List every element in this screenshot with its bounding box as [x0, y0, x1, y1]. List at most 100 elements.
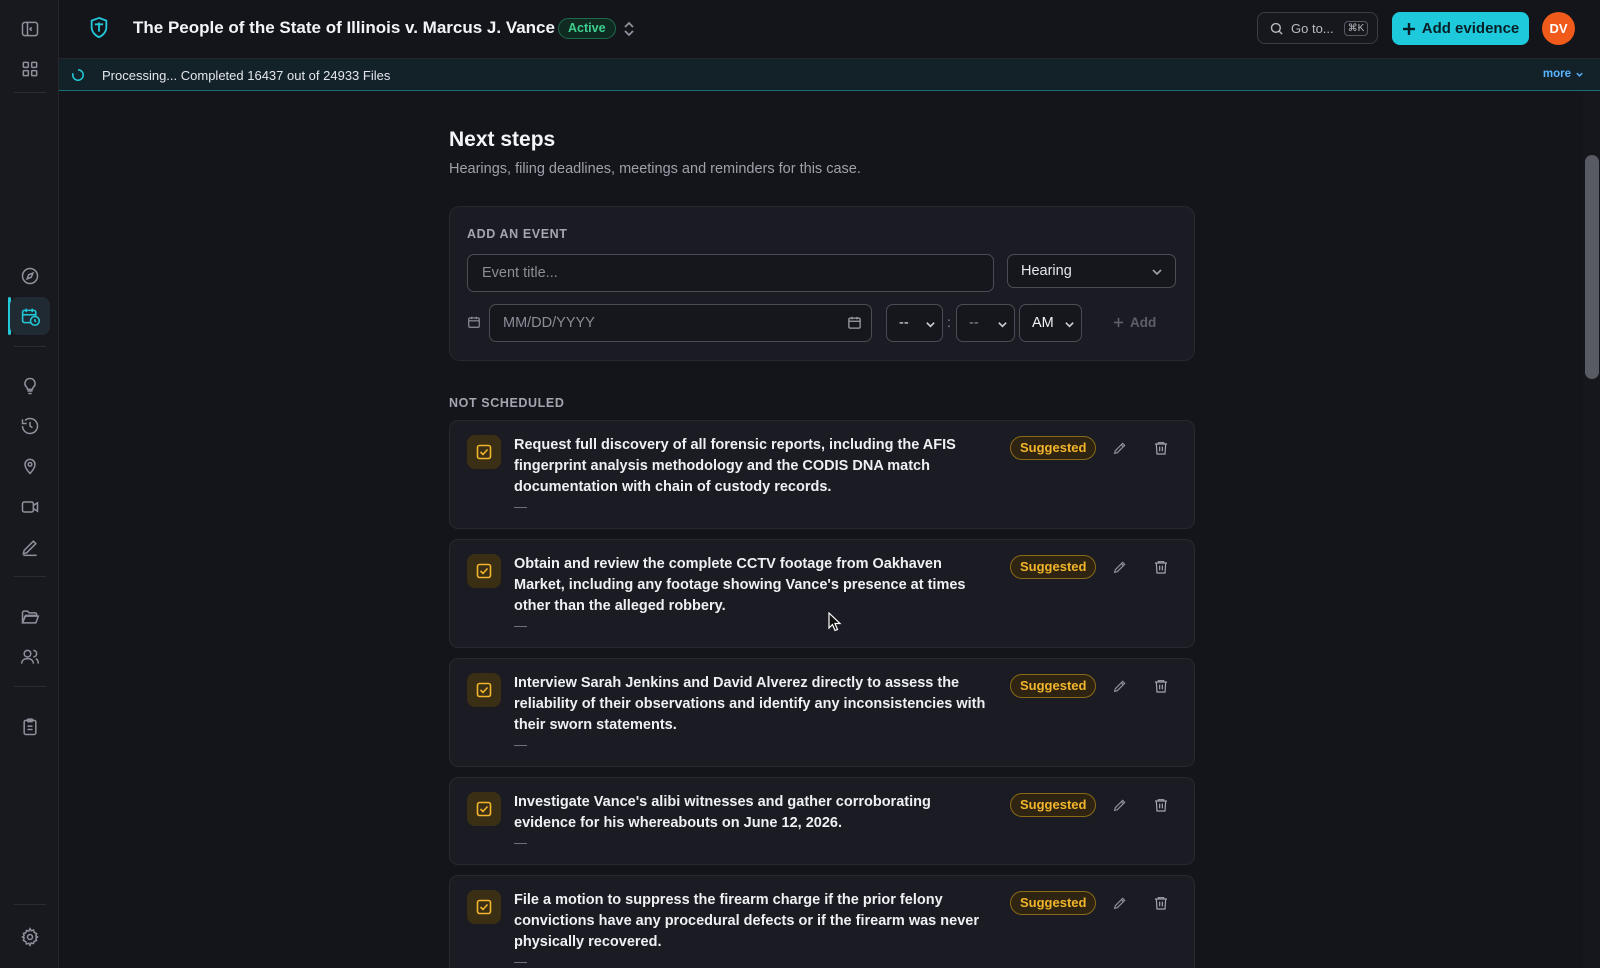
- case-shield-icon: [88, 16, 110, 40]
- event-date-input[interactable]: MM/DD/YYYY: [489, 304, 872, 342]
- sidebar-divider: [14, 92, 46, 93]
- pencil-icon[interactable]: [1112, 895, 1128, 911]
- trash-icon[interactable]: [1153, 678, 1169, 694]
- scrollbar-thumb[interactable]: [1585, 155, 1599, 379]
- checkbox-icon[interactable]: [467, 792, 501, 826]
- step-date: —: [514, 954, 527, 968]
- add-event-card: ADD AN EVENT Hearing MM/DD/YYYY -- : --: [449, 206, 1195, 361]
- status-badge: Suggested: [1010, 674, 1097, 698]
- checkbox-icon[interactable]: [467, 890, 501, 924]
- pencil-icon[interactable]: [1112, 440, 1128, 456]
- pen-icon[interactable]: [10, 528, 50, 566]
- search-icon: [1269, 21, 1284, 36]
- history-icon[interactable]: [10, 407, 50, 445]
- checkbox-icon[interactable]: [467, 435, 501, 469]
- avatar[interactable]: DV: [1542, 12, 1575, 45]
- sidebar-divider: [14, 686, 46, 687]
- compass-icon[interactable]: [10, 257, 50, 295]
- chevron-down-icon: [925, 319, 936, 330]
- hour-value: --: [899, 315, 909, 331]
- trash-icon[interactable]: [1153, 440, 1169, 456]
- ampm-value: AM: [1032, 315, 1054, 331]
- sidebar-divider: [14, 904, 46, 905]
- list-item[interactable]: Interview Sarah Jenkins and David Alvere…: [449, 658, 1195, 767]
- trash-icon[interactable]: [1153, 797, 1169, 813]
- spinner-icon: [71, 68, 85, 82]
- mouse-cursor-icon: [828, 612, 842, 632]
- lightbulb-icon[interactable]: [10, 367, 50, 405]
- page-title: Next steps: [449, 128, 556, 151]
- status-badge: Suggested: [1010, 891, 1097, 915]
- chevron-down-icon: [997, 319, 1008, 330]
- status-badge: Active: [558, 18, 616, 39]
- pencil-icon[interactable]: [1112, 559, 1128, 575]
- more-toggle[interactable]: more: [1543, 68, 1584, 80]
- trash-icon[interactable]: [1153, 559, 1169, 575]
- sidebar-divider: [14, 576, 46, 577]
- event-type-value: Hearing: [1021, 263, 1072, 279]
- list-item[interactable]: File a motion to suppress the firearm ch…: [449, 875, 1195, 968]
- step-date: —: [514, 835, 527, 850]
- step-text: Obtain and review the complete CCTV foot…: [514, 556, 966, 614]
- processing-banner: Processing... Completed 16437 out of 249…: [59, 59, 1600, 91]
- step-text: Investigate Vance's alibi witnesses and …: [514, 794, 931, 831]
- more-label: more: [1542, 68, 1571, 80]
- step-text: Request full discovery of all forensic r…: [514, 437, 956, 495]
- goto-search-button[interactable]: Go to... ⌘K: [1257, 12, 1378, 44]
- grid-icon[interactable]: [10, 50, 50, 88]
- chevron-down-icon: [1064, 319, 1075, 330]
- add-evidence-label: Add evidence: [1421, 20, 1520, 37]
- trash-icon[interactable]: [1153, 895, 1169, 911]
- time-separator: :: [947, 314, 951, 330]
- minute-select[interactable]: --: [956, 304, 1015, 342]
- chevron-down-icon: [1151, 266, 1163, 278]
- pencil-icon[interactable]: [1112, 797, 1128, 813]
- chevron-down-icon: [1575, 70, 1584, 79]
- gear-icon[interactable]: [10, 918, 50, 956]
- step-date: —: [514, 737, 527, 752]
- list-item[interactable]: Obtain and review the complete CCTV foot…: [449, 539, 1195, 648]
- event-title-input[interactable]: [467, 254, 994, 292]
- status-badge: Suggested: [1010, 793, 1097, 817]
- ampm-select[interactable]: AM: [1019, 304, 1082, 342]
- users-icon[interactable]: [10, 638, 50, 676]
- video-icon[interactable]: [10, 488, 50, 526]
- checkbox-icon[interactable]: [467, 673, 501, 707]
- calendar-clock-icon[interactable]: [10, 297, 50, 335]
- page-subtitle: Hearings, filing deadlines, meetings and…: [449, 161, 861, 177]
- calendar-picker-icon[interactable]: [847, 315, 862, 330]
- list-item[interactable]: Investigate Vance's alibi witnesses and …: [449, 777, 1195, 865]
- pencil-icon[interactable]: [1112, 678, 1128, 694]
- event-type-select[interactable]: Hearing: [1007, 254, 1176, 288]
- not-scheduled-heading: NOT SCHEDULED: [449, 396, 565, 410]
- chevron-up-down-icon[interactable]: [622, 20, 636, 38]
- step-text: File a motion to suppress the firearm ch…: [514, 892, 979, 950]
- step-date: —: [514, 618, 527, 633]
- calendar-icon: [467, 315, 481, 329]
- clipboard-icon[interactable]: [10, 708, 50, 746]
- step-text: Interview Sarah Jenkins and David Alvere…: [514, 675, 986, 733]
- sidebar-divider: [14, 346, 46, 347]
- case-title: The People of the State of Illinois v. M…: [133, 18, 555, 37]
- minute-value: --: [969, 315, 979, 331]
- hour-select[interactable]: --: [886, 304, 943, 342]
- status-badge: Suggested: [1010, 555, 1097, 579]
- processing-status-text: Processing... Completed 16437 out of 249…: [102, 68, 391, 83]
- plus-icon: [1402, 22, 1416, 36]
- map-pin-icon[interactable]: [10, 447, 50, 485]
- add-evidence-button[interactable]: Add evidence: [1392, 12, 1529, 45]
- sidebar-toggle-icon[interactable]: [10, 10, 50, 48]
- top-header: The People of the State of Illinois v. M…: [59, 0, 1600, 59]
- step-date: —: [514, 499, 527, 514]
- add-event-button[interactable]: Add: [1113, 315, 1156, 330]
- status-badge: Suggested: [1010, 436, 1097, 460]
- goto-label: Go to...: [1291, 20, 1334, 36]
- sidebar: [0, 0, 59, 968]
- add-event-heading: ADD AN EVENT: [467, 227, 568, 241]
- list-item[interactable]: Request full discovery of all forensic r…: [449, 420, 1195, 529]
- checkbox-icon[interactable]: [467, 554, 501, 588]
- keyboard-shortcut: ⌘K: [1343, 20, 1369, 36]
- plus-icon: [1113, 317, 1124, 328]
- folder-open-icon[interactable]: [10, 598, 50, 636]
- add-label: Add: [1130, 315, 1157, 330]
